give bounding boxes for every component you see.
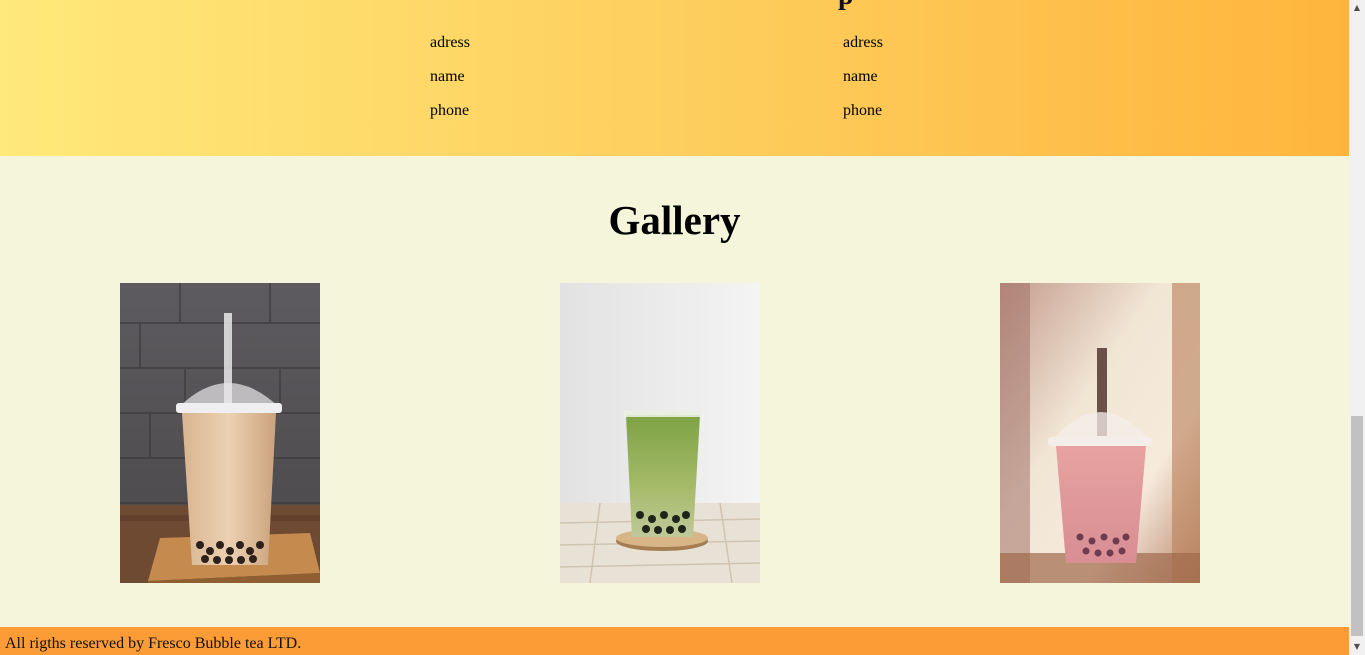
location-card-1: adress name phone — [430, 34, 470, 136]
scroll-down-icon[interactable]: ▼ — [1349, 639, 1365, 655]
gallery-photo-milk-tea — [120, 283, 320, 583]
locations-heading: p — [838, 0, 854, 10]
scroll-up-icon[interactable]: ▲ — [1349, 0, 1365, 16]
location-name: name — [843, 68, 878, 85]
page: p adress name phone adress name phone Ga… — [0, 0, 1349, 655]
location-address: adress — [430, 34, 470, 51]
location-phone: phone — [843, 102, 883, 119]
gallery-title: Gallery — [608, 197, 741, 243]
location-address: adress — [843, 34, 883, 51]
locations-section: p adress name phone adress name phone — [0, 0, 1349, 156]
scrollbar-thumb[interactable] — [1351, 416, 1363, 636]
footer-copyright: All rigths reserved by Fresco Bubble tea… — [5, 635, 302, 652]
location-phone: phone — [430, 102, 470, 119]
location-name: name — [430, 68, 465, 85]
location-card-2: adress name phone — [843, 34, 883, 136]
footer: All rigths reserved by Fresco Bubble tea… — [0, 627, 1349, 655]
gallery-photo-matcha — [560, 283, 760, 583]
gallery-photo-strawberry — [1000, 283, 1200, 583]
vertical-scrollbar[interactable]: ▲ ▼ — [1349, 0, 1365, 655]
